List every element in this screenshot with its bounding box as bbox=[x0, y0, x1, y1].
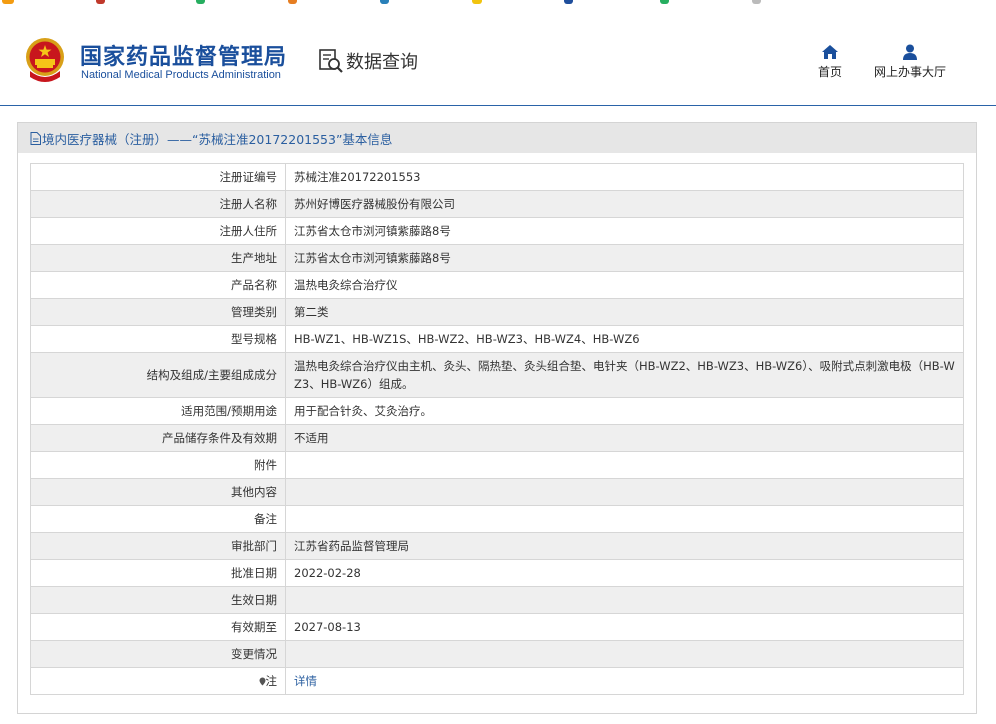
field-value: 温热电灸综合治疗仪由主机、灸头、隔热垫、灸头组合垫、电针夹（HB-WZ2、HB-… bbox=[285, 352, 964, 398]
field-value bbox=[285, 451, 964, 479]
note-label-cell: 注 bbox=[30, 667, 286, 695]
table-row: 产品名称 温热电灸综合治疗仪 bbox=[30, 271, 964, 299]
field-label: 变更情况 bbox=[30, 640, 286, 668]
logo-title-en: National Medical Products Administration bbox=[81, 69, 281, 81]
table-row: 审批部门 江苏省药品监督管理局 bbox=[30, 532, 964, 560]
field-label: 附件 bbox=[30, 451, 286, 479]
field-value: 2022-02-28 bbox=[285, 559, 964, 587]
table-row: 注册证编号 苏械注准20172201553 bbox=[30, 163, 964, 191]
field-label: 产品储存条件及有效期 bbox=[30, 424, 286, 452]
field-label: 其他内容 bbox=[30, 478, 286, 506]
field-value: 温热电灸综合治疗仪 bbox=[285, 271, 964, 299]
note-value-cell: 详情 bbox=[285, 667, 964, 695]
table-row-note: 注 详情 bbox=[30, 667, 964, 695]
table-row: 结构及组成/主要组成成分 温热电灸综合治疗仪由主机、灸头、隔热垫、灸头组合垫、电针… bbox=[30, 352, 964, 398]
table-row: 适用范围/预期用途 用于配合针灸、艾灸治疗。 bbox=[30, 397, 964, 425]
user-icon bbox=[903, 44, 917, 60]
field-value: 江苏省太仓市浏河镇紫藤路8号 bbox=[285, 244, 964, 272]
document-search-icon bbox=[319, 49, 343, 73]
field-value: 不适用 bbox=[285, 424, 964, 452]
table-row: 注册人住所 江苏省太仓市浏河镇紫藤路8号 bbox=[30, 217, 964, 245]
field-value: HB-WZ1、HB-WZ1S、HB-WZ2、HB-WZ3、HB-WZ4、HB-W… bbox=[285, 325, 964, 353]
field-label: 备注 bbox=[30, 505, 286, 533]
nav-home-label: 首页 bbox=[817, 65, 842, 79]
info-panel: 境内医疗器械（注册）——“苏械注准20172201553”基本信息 注册证编号苏… bbox=[17, 122, 977, 714]
nav-online-service-hall[interactable]: 网上办事大厅 bbox=[872, 44, 948, 80]
panel-title: 境内医疗器械（注册）——“苏械注准20172201553”基本信息 bbox=[42, 131, 393, 147]
document-icon bbox=[30, 131, 41, 145]
note-label: 注 bbox=[265, 674, 278, 688]
field-label: 适用范围/预期用途 bbox=[30, 397, 286, 425]
field-label: 结构及组成/主要组成成分 bbox=[30, 352, 286, 398]
field-value: 用于配合针灸、艾灸治疗。 bbox=[285, 397, 964, 425]
field-value: 第二类 bbox=[285, 298, 964, 326]
field-label: 注册人住所 bbox=[30, 217, 286, 245]
field-value: 2027-08-13 bbox=[285, 613, 964, 641]
field-label: 生产地址 bbox=[30, 244, 286, 272]
details-link[interactable]: 详情 bbox=[294, 674, 317, 688]
table-row: 其他内容 bbox=[30, 478, 964, 506]
table-row: 生效日期 bbox=[30, 586, 964, 614]
field-value: 苏械注准20172201553 bbox=[285, 163, 964, 191]
national-emblem-icon bbox=[26, 38, 64, 82]
data-query-section: 数据查询 bbox=[318, 48, 418, 74]
field-value bbox=[285, 505, 964, 533]
table-row: 批准日期 2022-02-28 bbox=[30, 559, 964, 587]
field-value: 江苏省太仓市浏河镇紫藤路8号 bbox=[285, 217, 964, 245]
table-row: 型号规格 HB-WZ1、HB-WZ1S、HB-WZ2、HB-WZ3、HB-WZ4、… bbox=[30, 325, 964, 353]
table-row: 产品储存条件及有效期 不适用 bbox=[30, 424, 964, 452]
table-row: 附件 bbox=[30, 451, 964, 479]
site-header: 国家药品监督管理局 National Medical Products Admi… bbox=[0, 9, 996, 106]
field-value bbox=[285, 478, 964, 506]
table-row: 注册人名称 苏州好博医疗器械股份有限公司 bbox=[30, 190, 964, 218]
table-row: 生产地址 江苏省太仓市浏河镇紫藤路8号 bbox=[30, 244, 964, 272]
field-label: 管理类别 bbox=[30, 298, 286, 326]
field-label: 注册人名称 bbox=[30, 190, 286, 218]
field-value bbox=[285, 640, 964, 668]
table-row: 变更情况 bbox=[30, 640, 964, 668]
field-label: 生效日期 bbox=[30, 586, 286, 614]
field-label: 批准日期 bbox=[30, 559, 286, 587]
field-label: 审批部门 bbox=[30, 532, 286, 560]
field-value: 苏州好博医疗器械股份有限公司 bbox=[285, 190, 964, 218]
field-label: 产品名称 bbox=[30, 271, 286, 299]
field-label: 型号规格 bbox=[30, 325, 286, 353]
table-row: 管理类别 第二类 bbox=[30, 298, 964, 326]
nav-hall-label: 网上办事大厅 bbox=[873, 65, 946, 79]
field-value: 江苏省药品监督管理局 bbox=[285, 532, 964, 560]
logo-title-cn: 国家药品监督管理局 bbox=[80, 45, 288, 70]
field-label: 有效期至 bbox=[30, 613, 286, 641]
pin-icon bbox=[259, 677, 265, 686]
table-row: 备注 bbox=[30, 505, 964, 533]
home-icon bbox=[822, 45, 838, 59]
device-info-table: 注册证编号 苏械注准20172201553 注册人名称 苏州好博医疗器械股份有限公司注… bbox=[30, 163, 964, 695]
section-title: 数据查询 bbox=[346, 52, 418, 73]
panel-header: 境内医疗器械（注册）——“苏械注准20172201553”基本信息 bbox=[18, 123, 976, 153]
browser-bookmark-strip bbox=[0, 0, 996, 9]
field-label: 注册证编号 bbox=[30, 163, 286, 191]
nav-home[interactable]: 首页 bbox=[812, 44, 848, 80]
field-value bbox=[285, 586, 964, 614]
table-row: 有效期至 2027-08-13 bbox=[30, 613, 964, 641]
